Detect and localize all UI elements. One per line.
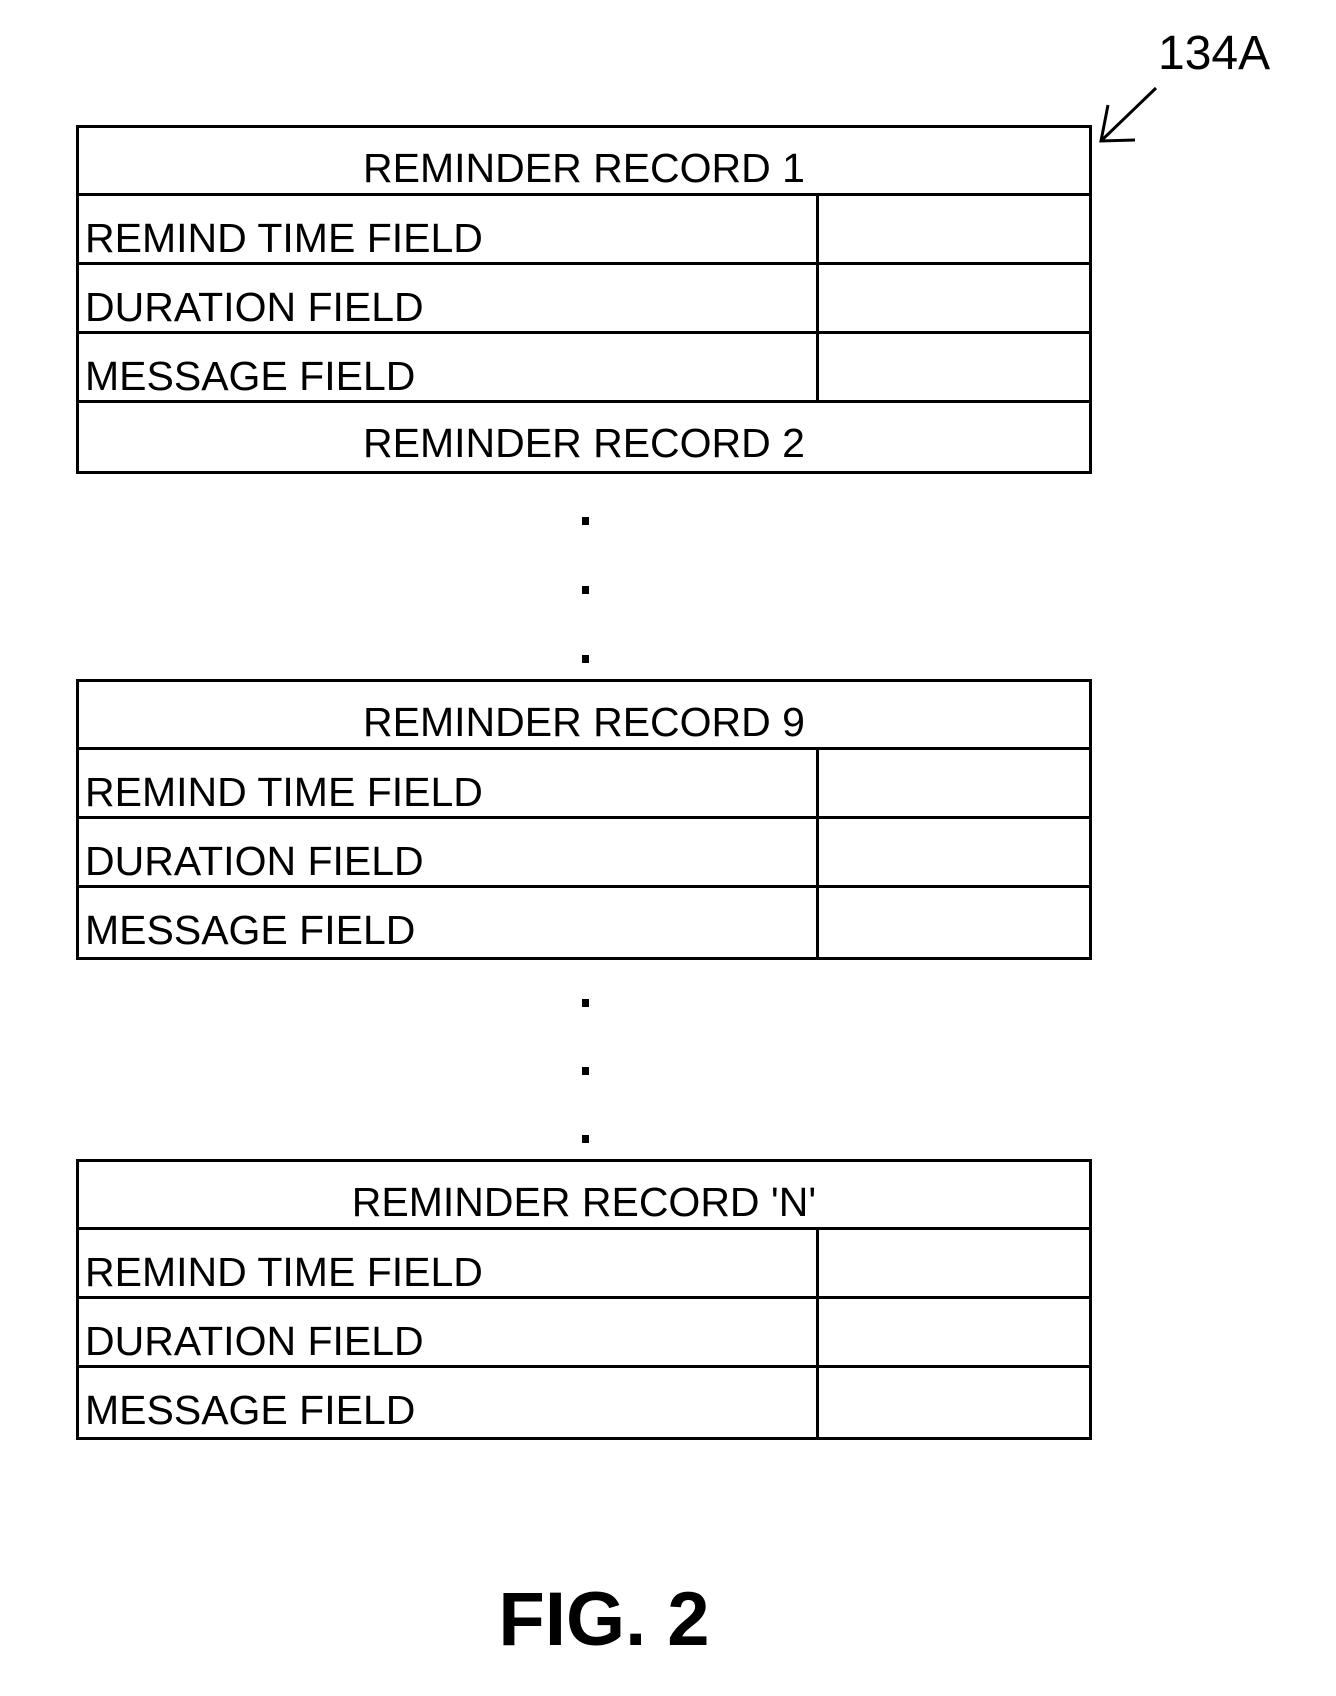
table-row: DURATION FIELD	[79, 265, 1089, 334]
table-row: MESSAGE FIELD	[79, 1368, 1089, 1437]
record-table-n: REMINDER RECORD 'N' REMIND TIME FIELD DU…	[76, 1159, 1092, 1440]
table-row: DURATION FIELD	[79, 819, 1089, 888]
field-value	[819, 265, 1089, 331]
table-row: REMIND TIME FIELD	[79, 196, 1089, 265]
field-value	[819, 334, 1089, 400]
ellipsis-dot	[582, 655, 589, 663]
field-label: MESSAGE FIELD	[79, 888, 819, 957]
field-value	[819, 888, 1089, 957]
table-row: DURATION FIELD	[79, 1299, 1089, 1368]
record-title: REMINDER RECORD 1	[79, 128, 1089, 196]
record-table-1: REMINDER RECORD 1 REMIND TIME FIELD DURA…	[76, 125, 1092, 474]
ellipsis-dot	[582, 517, 589, 525]
field-value	[819, 750, 1089, 816]
record-title: REMINDER RECORD 'N'	[79, 1162, 1089, 1230]
ellipsis-dot	[582, 586, 589, 594]
table-row: MESSAGE FIELD	[79, 888, 1089, 957]
field-label: DURATION FIELD	[79, 265, 819, 331]
field-label: MESSAGE FIELD	[79, 334, 819, 400]
ellipsis-dot	[582, 1135, 589, 1143]
field-value	[819, 1368, 1089, 1437]
table-row: MESSAGE FIELD	[79, 334, 1089, 403]
field-value	[819, 1299, 1089, 1365]
record-table-9: REMINDER RECORD 9 REMIND TIME FIELD DURA…	[76, 679, 1092, 960]
field-value	[819, 819, 1089, 885]
field-value	[819, 1230, 1089, 1296]
field-label: DURATION FIELD	[79, 819, 819, 885]
field-label: REMIND TIME FIELD	[79, 196, 819, 262]
record-title: REMINDER RECORD 9	[79, 682, 1089, 750]
field-label: DURATION FIELD	[79, 1299, 819, 1365]
field-label: REMIND TIME FIELD	[79, 750, 819, 816]
figure-caption: FIG. 2	[498, 1577, 710, 1662]
field-value	[819, 196, 1089, 262]
field-label: REMIND TIME FIELD	[79, 1230, 819, 1296]
ellipsis-dot	[582, 999, 589, 1007]
ellipsis-dot	[582, 1067, 589, 1075]
table-row: REMIND TIME FIELD	[79, 750, 1089, 819]
record-title: REMINDER RECORD 2	[363, 420, 805, 466]
field-label: MESSAGE FIELD	[79, 1368, 819, 1437]
table-row: REMIND TIME FIELD	[79, 1230, 1089, 1299]
